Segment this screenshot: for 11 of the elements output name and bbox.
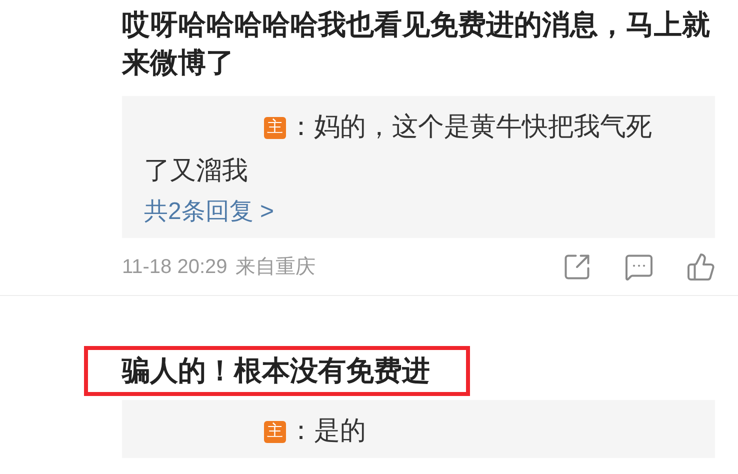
share-icon[interactable] [562, 252, 592, 282]
view-replies-link[interactable]: 共2条回复 > [144, 192, 675, 232]
comment-location: 来自重庆 [235, 254, 316, 280]
reply-text: 主 ：是的 [144, 408, 675, 452]
author-badge: 主 [264, 117, 286, 140]
like-icon[interactable] [686, 252, 716, 282]
comment-time: 11-18 20:29 [122, 254, 228, 280]
reply-text: 主 ：妈的，这个是黄牛快把我气死了又溜我 [144, 110, 653, 187]
comment-text: 骗人的！根本没有免费进 [122, 354, 430, 388]
author-badge: 主 [264, 421, 286, 444]
comment-text: 哎呀哈哈哈哈哈我也看见免费进的消息，马上就来微博了 [122, 8, 711, 80]
